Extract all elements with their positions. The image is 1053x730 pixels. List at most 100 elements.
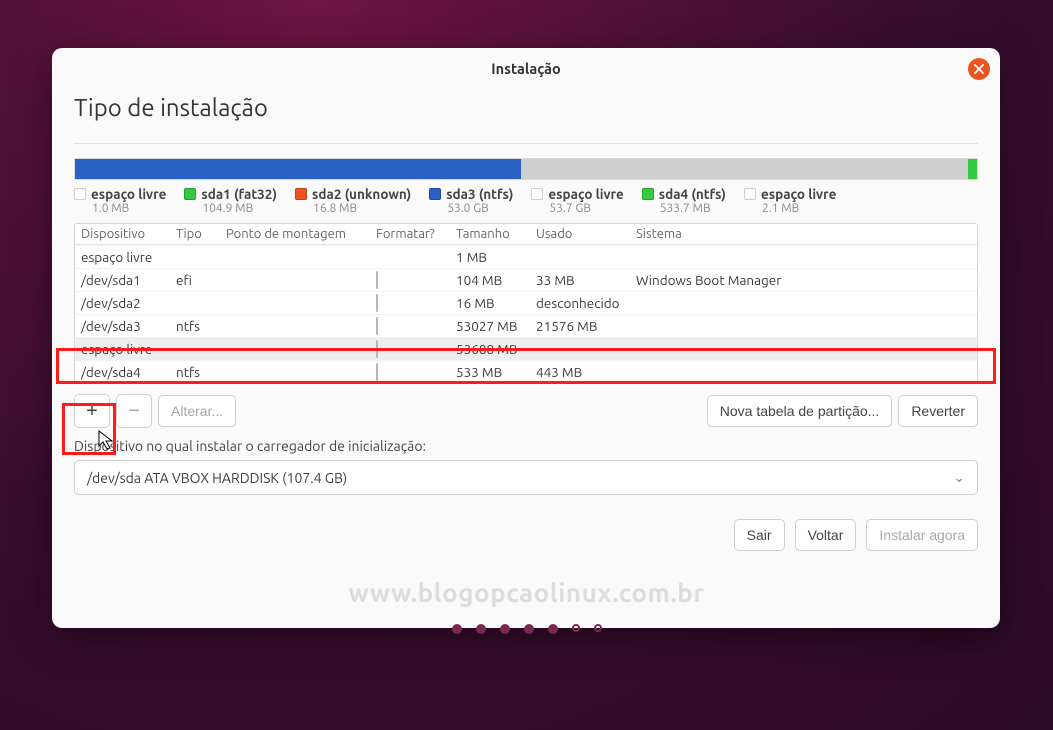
cell-format xyxy=(376,272,456,288)
cell-size: 53688 MB xyxy=(456,341,536,357)
legend-label: espaço livre xyxy=(91,186,166,202)
bootloader-value: /dev/sda ATA VBOX HARDDISK (107.4 GB) xyxy=(87,470,347,486)
col-size: Tamanho xyxy=(456,227,536,241)
close-button[interactable] xyxy=(968,58,990,80)
legend-size: 1.0 MB xyxy=(92,202,166,215)
cell-device: /dev/sda2 xyxy=(81,295,176,311)
legend-label: espaço livre xyxy=(761,186,836,202)
window-title: Instalação xyxy=(491,60,560,77)
legend-item: espaço livre2.1 MB xyxy=(744,186,836,215)
cell-type: ntfs xyxy=(176,318,226,334)
cell-system: Windows Boot Manager xyxy=(636,272,971,288)
legend-label: sda2 (unknown) xyxy=(312,186,411,202)
content: Tipo de instalação espaço livre1.0 MBsda… xyxy=(52,88,1000,628)
table-row[interactable]: /dev/sda1 efi 104 MB 33 MB Windows Boot … xyxy=(75,268,977,291)
remove-partition-button[interactable]: − xyxy=(116,394,152,428)
add-partition-button[interactable]: + xyxy=(74,394,110,428)
titlebar: Instalação xyxy=(52,48,1000,88)
col-device: Dispositivo xyxy=(81,227,176,241)
legend-size: 53.0 GB xyxy=(447,202,513,215)
disk-usage-bar xyxy=(74,158,978,180)
new-partition-table-button[interactable]: Nova tabela de partição... xyxy=(707,395,893,427)
table-row[interactable]: espaço livre 53688 MB xyxy=(75,337,977,360)
col-format: Formatar? xyxy=(376,227,456,241)
cell-device: espaço livre xyxy=(81,341,176,357)
diskbar-segment xyxy=(521,159,967,179)
format-checkbox[interactable] xyxy=(376,340,378,358)
legend-swatch xyxy=(74,188,86,200)
footer-buttons: Sair Voltar Instalar agora xyxy=(74,519,978,551)
legend-size: 104.9 MB xyxy=(202,202,277,215)
cell-used: 443 MB xyxy=(536,364,636,380)
cell-size: 104 MB xyxy=(456,272,536,288)
chevron-down-icon: ⌄ xyxy=(953,469,965,486)
legend-item: espaço livre1.0 MB xyxy=(74,186,166,215)
bootloader-select[interactable]: /dev/sda ATA VBOX HARDDISK (107.4 GB) ⌄ xyxy=(74,460,978,495)
format-checkbox[interactable] xyxy=(376,317,378,335)
legend-size: 53.7 GB xyxy=(549,202,623,215)
progress-dot xyxy=(524,624,534,634)
legend-item: sda2 (unknown)16.8 MB xyxy=(295,186,411,215)
partition-table: Dispositivo Tipo Ponto de montagem Forma… xyxy=(74,223,978,384)
cell-format xyxy=(376,364,456,380)
legend-label: sda3 (ntfs) xyxy=(446,186,513,202)
legend-item: sda1 (fat32)104.9 MB xyxy=(184,186,277,215)
progress-dot xyxy=(500,624,510,634)
col-type: Tipo xyxy=(176,227,226,241)
legend-size: 16.8 MB xyxy=(313,202,411,215)
partition-toolbar: + − Alterar... Nova tabela de partição..… xyxy=(74,394,978,428)
watermark: www.blogopcaolinux.com.br xyxy=(348,578,704,607)
back-button[interactable]: Voltar xyxy=(795,519,857,551)
partition-legend: espaço livre1.0 MBsda1 (fat32)104.9 MBsd… xyxy=(74,186,978,215)
legend-label: sda1 (fat32) xyxy=(201,186,277,202)
table-row[interactable]: espaço livre 1 MB xyxy=(75,245,977,268)
col-used: Usado xyxy=(536,227,636,241)
legend-swatch xyxy=(744,188,756,200)
progress-dot xyxy=(548,624,558,634)
progress-dot xyxy=(476,624,486,634)
cell-size: 1 MB xyxy=(456,249,536,265)
progress-dots xyxy=(452,624,602,634)
format-checkbox[interactable] xyxy=(376,271,378,289)
cell-used: 33 MB xyxy=(536,272,636,288)
quit-button[interactable]: Sair xyxy=(734,519,785,551)
table-row[interactable]: /dev/sda2 16 MB desconhecido xyxy=(75,291,977,314)
install-now-button[interactable]: Instalar agora xyxy=(866,519,978,551)
legend-swatch xyxy=(184,188,196,200)
col-mount: Ponto de montagem xyxy=(226,227,376,241)
progress-dot xyxy=(572,624,580,632)
legend-item: sda4 (ntfs)533.7 MB xyxy=(642,186,726,215)
cell-used: desconhecido xyxy=(536,295,636,311)
legend-size: 533.7 MB xyxy=(660,202,726,215)
installer-window: Instalação Tipo de instalação espaço liv… xyxy=(52,48,1000,628)
legend-item: sda3 (ntfs)53.0 GB xyxy=(429,186,513,215)
cell-format xyxy=(376,295,456,311)
cell-type: ntfs xyxy=(176,364,226,380)
cell-device: /dev/sda1 xyxy=(81,272,176,288)
legend-swatch xyxy=(531,188,543,200)
cell-device: /dev/sda4 xyxy=(81,364,176,380)
legend-label: sda4 (ntfs) xyxy=(659,186,726,202)
revert-button[interactable]: Reverter xyxy=(898,395,978,427)
change-partition-button[interactable]: Alterar... xyxy=(158,395,236,427)
diskbar-segment xyxy=(968,159,977,179)
cell-used: 21576 MB xyxy=(536,318,636,334)
col-system: Sistema xyxy=(636,227,971,241)
table-row[interactable]: /dev/sda3 ntfs 53027 MB 21576 MB xyxy=(75,314,977,337)
cell-type: efi xyxy=(176,272,226,288)
format-checkbox[interactable] xyxy=(376,363,378,381)
diskbar-segment xyxy=(75,159,521,179)
format-checkbox[interactable] xyxy=(376,294,378,312)
cell-device: espaço livre xyxy=(81,249,176,265)
cell-device: /dev/sda3 xyxy=(81,318,176,334)
bootloader-label: Dispositivo no qual instalar o carregado… xyxy=(74,438,978,454)
table-header: Dispositivo Tipo Ponto de montagem Forma… xyxy=(75,224,977,245)
legend-item: espaço livre53.7 GB xyxy=(531,186,623,215)
close-icon xyxy=(973,63,985,75)
legend-swatch xyxy=(429,188,441,200)
cell-format xyxy=(376,341,456,357)
progress-dot xyxy=(452,624,462,634)
cell-size: 53027 MB xyxy=(456,318,536,334)
table-row[interactable]: /dev/sda4 ntfs 533 MB 443 MB xyxy=(75,360,977,383)
cell-size: 533 MB xyxy=(456,364,536,380)
